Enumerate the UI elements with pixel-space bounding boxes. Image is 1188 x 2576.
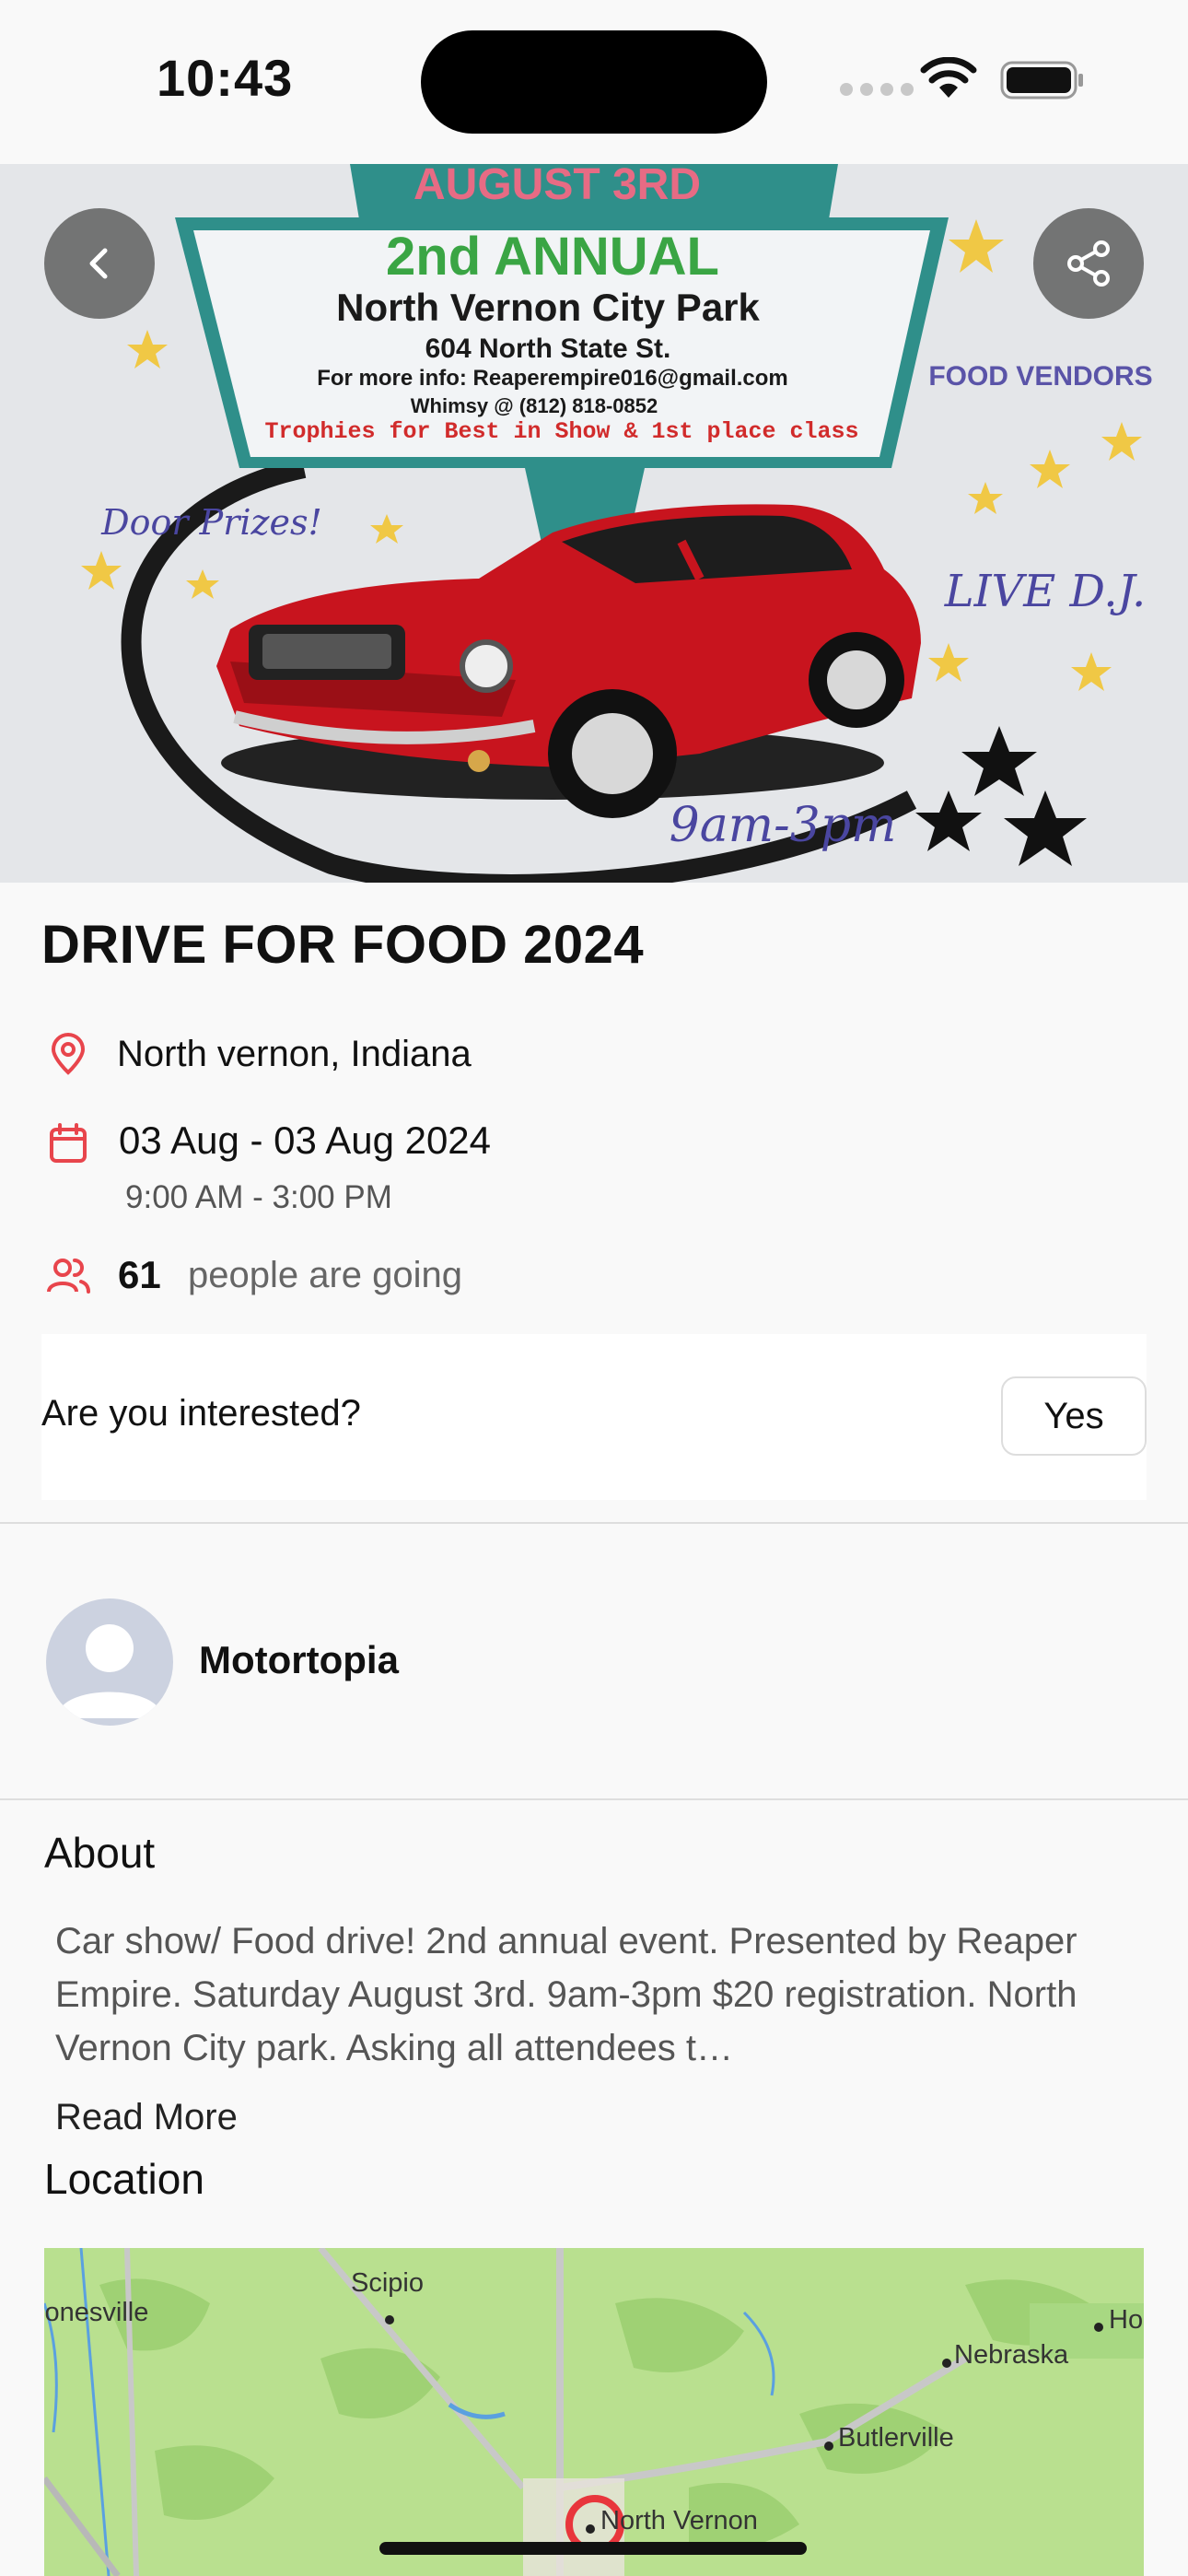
map-terrain xyxy=(44,2248,1144,2576)
svg-text:Trophies for Best in Show & 1s: Trophies for Best in Show & 1st place cl… xyxy=(264,418,858,445)
yes-button[interactable]: Yes xyxy=(1001,1376,1147,1456)
status-time: 10:43 xyxy=(157,49,294,107)
back-button[interactable] xyxy=(44,208,155,319)
map-label-scipio: Scipio xyxy=(351,2268,424,2298)
svg-text:Whimsy @ (812) 818-0852: Whimsy @ (812) 818-0852 xyxy=(411,394,658,417)
calendar-icon xyxy=(50,1123,87,1163)
about-description: Car show/ Food drive! 2nd annual event. … xyxy=(55,1921,1077,2068)
wifi-icon xyxy=(920,57,977,98)
read-more-link[interactable]: Read More xyxy=(55,2097,238,2138)
dynamic-island xyxy=(421,30,767,134)
battery-icon xyxy=(1000,61,1083,100)
map-label-north-vernon: North Vernon xyxy=(600,2506,758,2535)
going-label: people are going xyxy=(188,1255,463,1295)
map-label-nebraska: Nebraska xyxy=(954,2340,1069,2370)
svg-text:North Vernon City Park: North Vernon City Park xyxy=(336,286,760,329)
location-map[interactable]: Scipio Jonesville Nebraska Ho Butlervill… xyxy=(44,2248,1144,2576)
interest-question: Are you interested? xyxy=(41,1393,361,1434)
interest-card: Are you interested? Yes xyxy=(41,1334,1147,1500)
about-heading: About xyxy=(44,1829,156,1877)
organizer-avatar[interactable] xyxy=(46,1598,173,1726)
attendees-row xyxy=(46,1253,90,1297)
chevron-left-icon xyxy=(89,248,108,279)
map-label-ho: Ho xyxy=(1109,2305,1144,2335)
svg-text:604 North State St.: 604 North State St. xyxy=(425,334,671,364)
date-row xyxy=(46,1121,90,1165)
car-show-poster: AUGUST 3RD 2nd ANNUAL North Vernon City … xyxy=(0,164,1188,883)
svg-text:2nd ANNUAL: 2nd ANNUAL xyxy=(386,227,719,287)
location-row xyxy=(46,1032,90,1076)
divider xyxy=(0,1522,1188,1524)
status-bar: 10:43 xyxy=(0,0,1188,164)
cellular-signal-icon xyxy=(840,83,914,96)
organizer-name[interactable]: Motortopia xyxy=(199,1638,399,1682)
divider xyxy=(0,1798,1188,1800)
share-icon xyxy=(1067,240,1110,287)
event-date-range: 03 Aug - 03 Aug 2024 xyxy=(119,1118,492,1162)
people-icon xyxy=(47,1259,90,1294)
location-heading: Location xyxy=(44,2155,204,2203)
svg-text:For more info: Reaperempire016: For more info: Reaperempire016@gmail.com xyxy=(317,366,788,391)
map-label-butlerville: Butlerville xyxy=(838,2423,954,2453)
home-indicator[interactable] xyxy=(379,2542,807,2555)
svg-text:Door Prizes!: Door Prizes! xyxy=(100,502,322,543)
event-location: North vernon, Indiana xyxy=(117,1034,472,1074)
map-pin-icon xyxy=(51,1033,86,1075)
svg-text:9am-3pm: 9am-3pm xyxy=(670,798,897,853)
svg-text:FOOD VENDORS: FOOD VENDORS xyxy=(928,361,1152,392)
event-time-range: 9:00 AM - 3:00 PM xyxy=(125,1179,392,1215)
svg-text:LIVE D.J.: LIVE D.J. xyxy=(944,566,1147,617)
svg-text:AUGUST 3RD: AUGUST 3RD xyxy=(413,164,701,209)
map-label-jonesville: Jonesville xyxy=(44,2298,149,2327)
share-button[interactable] xyxy=(1033,208,1144,319)
going-count: 61 xyxy=(118,1253,161,1296)
event-poster-image: AUGUST 3RD 2nd ANNUAL North Vernon City … xyxy=(0,164,1188,883)
event-title: DRIVE FOR FOOD 2024 xyxy=(41,915,645,975)
person-placeholder-icon xyxy=(46,1598,173,1726)
